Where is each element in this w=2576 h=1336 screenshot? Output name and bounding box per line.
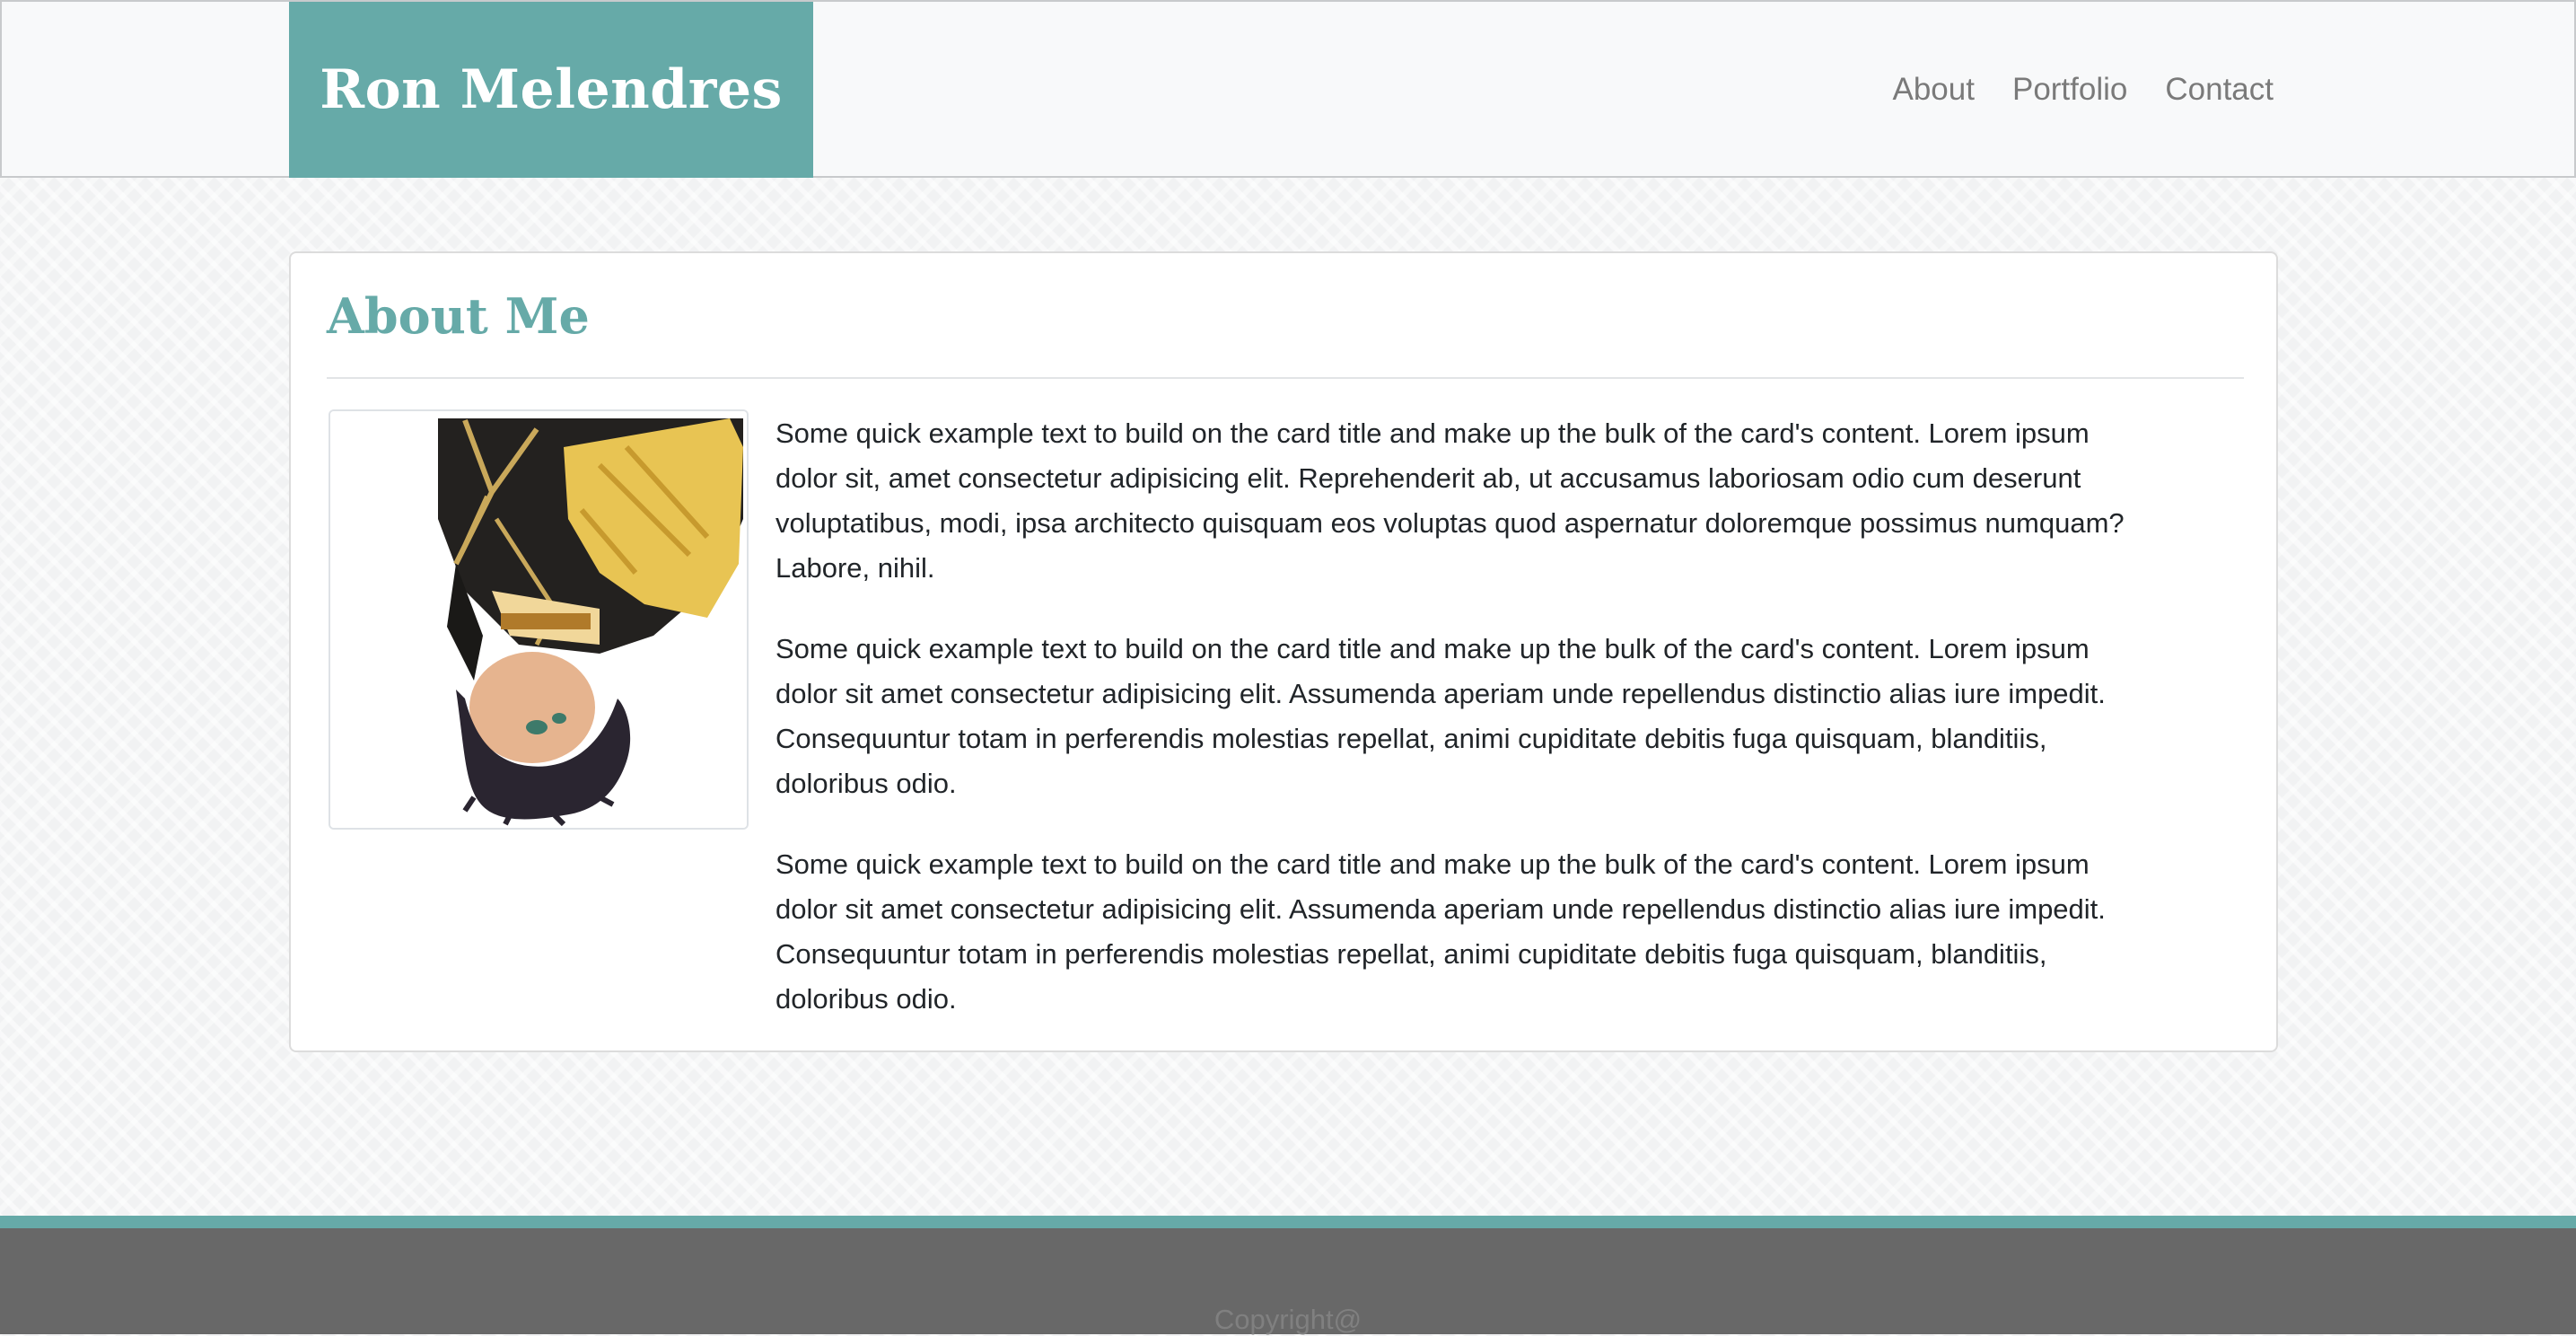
about-paragraph: Some quick example text to build on the … <box>775 848 2106 1015</box>
nav-links: About Portfolio Contact <box>1893 2 2274 178</box>
card-title: About Me <box>327 287 590 345</box>
brand-logo[interactable]: Ron Melendres <box>289 2 813 178</box>
footer: Copyright@ <box>0 1228 2576 1335</box>
profile-illustration <box>330 411 747 828</box>
about-paragraph: Some quick example text to build on the … <box>775 418 2125 584</box>
title-divider <box>327 377 2244 379</box>
copyright-text: Copyright@ <box>1214 1304 1362 1335</box>
nav-link-about[interactable]: About <box>1893 72 1975 108</box>
footer-accent-stripe <box>0 1216 2576 1228</box>
about-card: About Me Some quick example text to buil… <box>289 251 2278 1052</box>
about-paragraph: Some quick example text to build on the … <box>775 633 2106 799</box>
nav-link-portfolio[interactable]: Portfolio <box>2012 72 2127 108</box>
nav-link-contact[interactable]: Contact <box>2165 72 2274 108</box>
about-text: Some quick example text to build on the … <box>775 411 2153 1058</box>
navbar: Ron Melendres About Portfolio Contact <box>0 0 2576 178</box>
profile-image <box>329 409 749 830</box>
